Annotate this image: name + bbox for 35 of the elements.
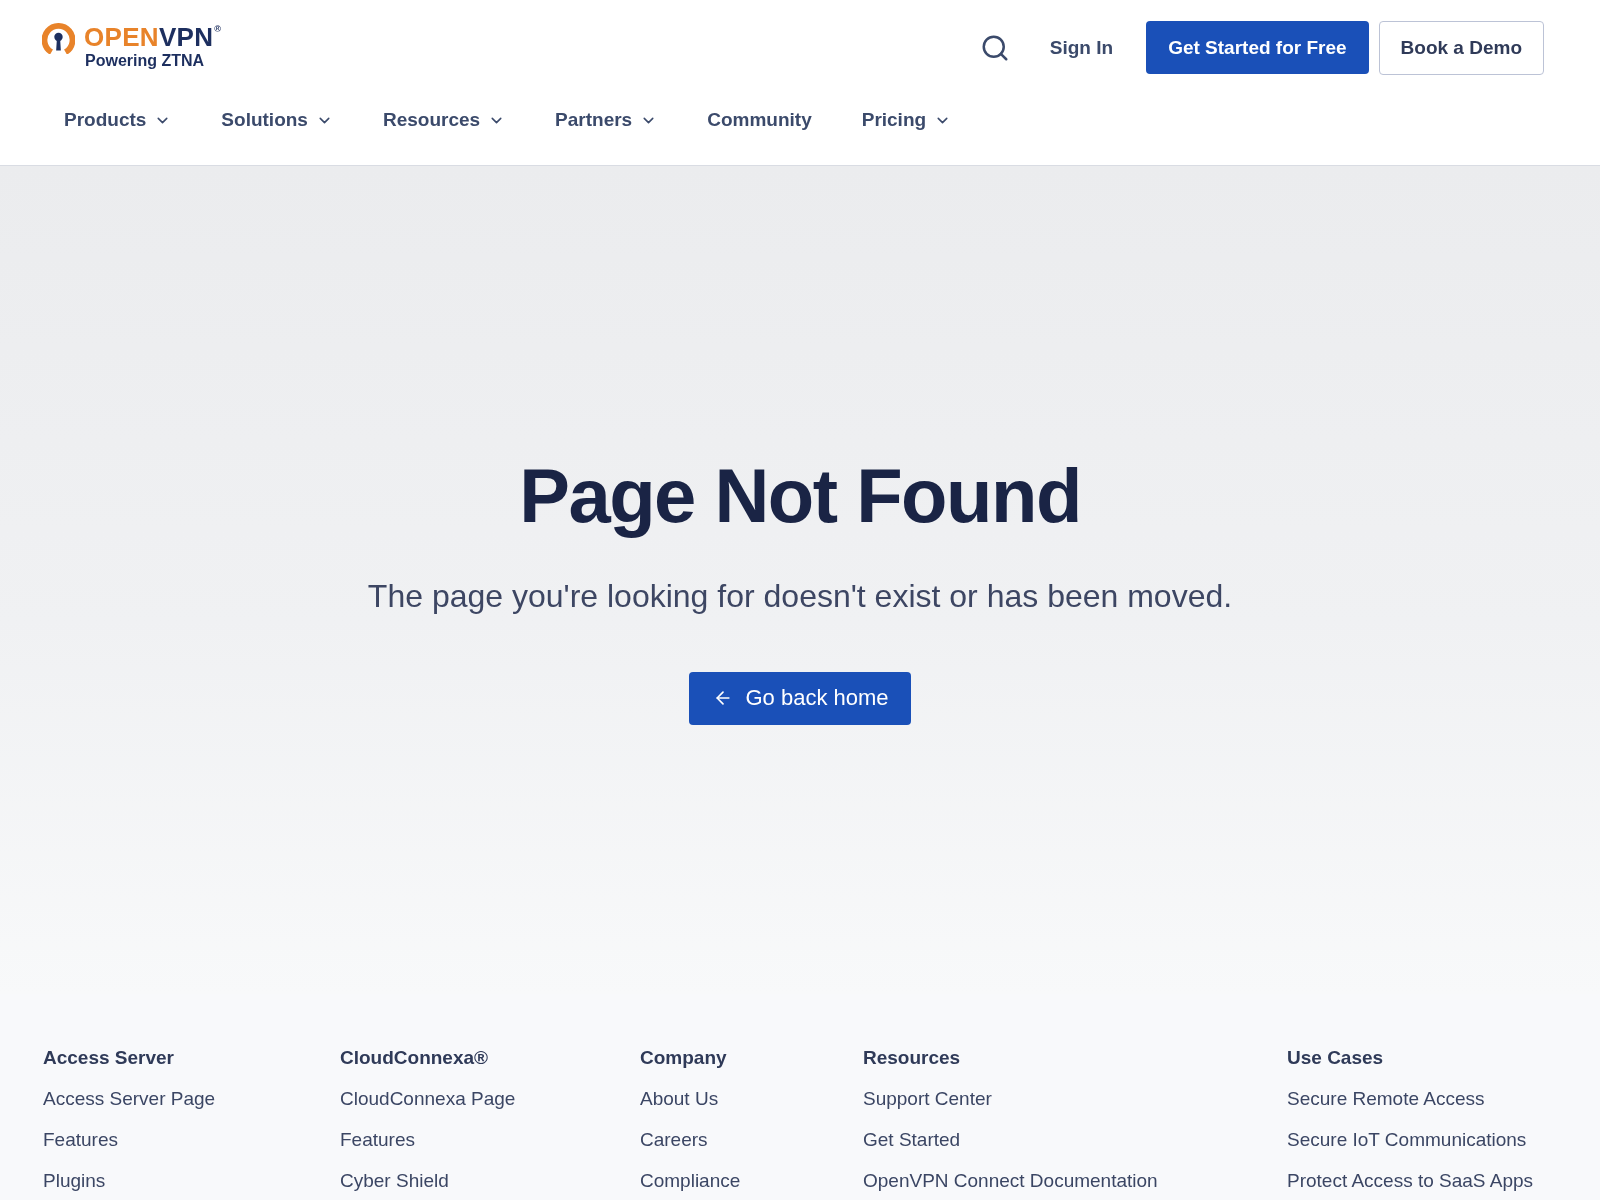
get-started-button[interactable]: Get Started for Free (1146, 21, 1369, 74)
sign-in-link[interactable]: Sign In (1049, 36, 1114, 59)
keyhole-ring-icon (42, 22, 75, 54)
footer-link[interactable]: Compliance (640, 1170, 863, 1192)
footer-link[interactable]: Features (340, 1129, 640, 1151)
logo-tagline: Powering ZTNA (85, 50, 206, 71)
footer-heading: Resources (863, 1047, 962, 1069)
nav-menu-item[interactable]: Products (64, 108, 172, 132)
footer-link[interactable]: OpenVPN Connect Documentation (863, 1170, 1287, 1192)
error-message: The page you're looking for doesn't exist or has been moved. (367, 577, 1233, 615)
nav-menu-item[interactable]: Solutions (221, 108, 333, 132)
footer-link[interactable]: Support Center (863, 1088, 1287, 1110)
go-back-home-button[interactable]: Go back home (689, 671, 911, 725)
footer-heading: CloudConnexa® (340, 1047, 490, 1069)
footer-link[interactable]: Access Server Page (43, 1088, 340, 1110)
footer-link[interactable]: Secure IoT Communications (1287, 1129, 1560, 1151)
nav-menu-item[interactable]: Pricing (861, 108, 952, 132)
footer-link[interactable]: Secure Remote Access (1287, 1088, 1560, 1110)
page-title: Page Not Found (519, 453, 1081, 538)
footer-link[interactable]: Features (43, 1129, 340, 1151)
nav-menu-item[interactable]: Resources (382, 108, 506, 132)
nav-menu-item[interactable]: Community (707, 108, 812, 132)
nav-menu-item[interactable]: Partners (555, 108, 658, 132)
book-demo-button[interactable]: Book a Demo (1378, 20, 1544, 75)
footer-link[interactable]: Protect Access to SaaS Apps (1287, 1170, 1560, 1192)
footer-heading: Access Server (43, 1047, 175, 1069)
footer-heading: Use Cases (1287, 1047, 1385, 1069)
footer-link[interactable]: Plugins (43, 1170, 340, 1192)
logo-wordmark[interactable]: OPENVPN$^{®}$ (84, 22, 222, 51)
footer-heading: Company (640, 1047, 728, 1069)
footer-link[interactable]: Cyber Shield (340, 1170, 640, 1192)
footer-link[interactable]: CloudConnexa Page (340, 1088, 640, 1110)
footer-link[interactable]: About Us (640, 1088, 863, 1110)
footer-link[interactable]: Get Started (863, 1129, 1287, 1151)
footer-link[interactable]: Careers (640, 1129, 863, 1151)
